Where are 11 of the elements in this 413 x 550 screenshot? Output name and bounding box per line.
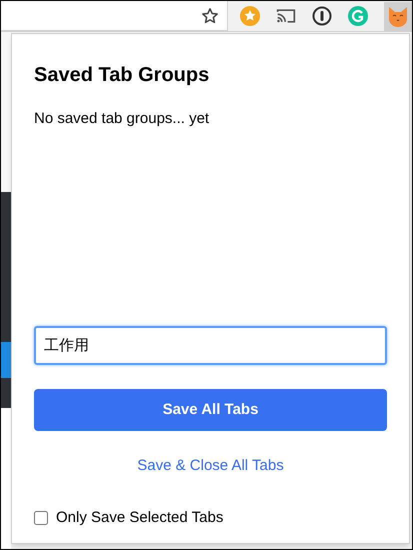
empty-message: No saved tab groups... yet (34, 109, 210, 129)
bookmark-star-icon[interactable] (201, 6, 219, 24)
cat-icon (387, 5, 409, 27)
only-selected-checkbox[interactable] (34, 510, 48, 525)
save-all-tabs-button[interactable]: Save All Tabs (34, 389, 387, 431)
star-badge-icon[interactable] (240, 6, 260, 26)
cast-icon[interactable] (276, 7, 296, 25)
checkbox-label: Only Save Selected Tabs (56, 508, 224, 528)
save-close-link[interactable]: Save & Close All Tabs (137, 455, 284, 478)
group-name-field[interactable]: 工作用 (34, 326, 387, 365)
popup-title: Saved Tab Groups (34, 63, 210, 88)
